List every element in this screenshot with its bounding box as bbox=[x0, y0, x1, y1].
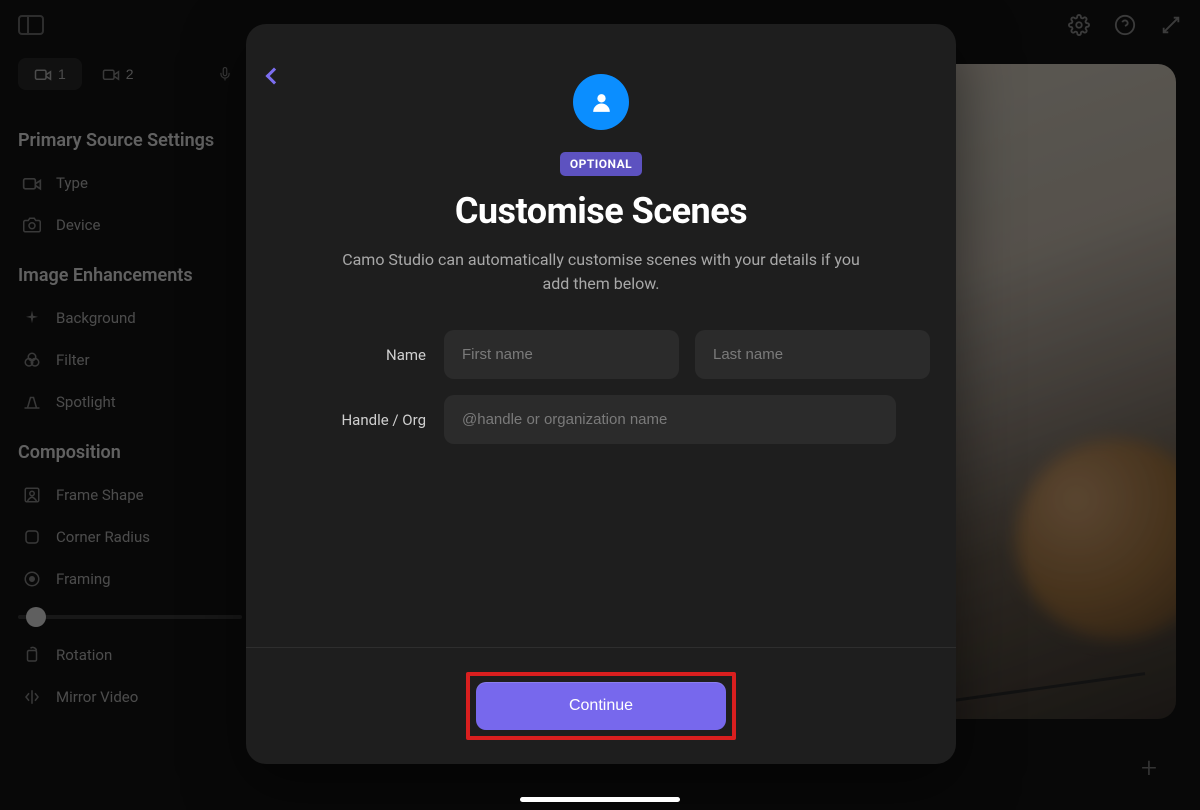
home-indicator bbox=[520, 797, 680, 802]
continue-button[interactable]: Continue bbox=[476, 682, 726, 730]
first-name-input[interactable] bbox=[444, 330, 679, 379]
form-row-handle: Handle / Org bbox=[306, 395, 896, 444]
person-icon bbox=[589, 90, 614, 115]
optional-badge: OPTIONAL bbox=[560, 152, 642, 176]
back-button[interactable] bbox=[258, 60, 290, 92]
modal-description: Camo Studio can automatically customise … bbox=[331, 248, 871, 296]
customise-scenes-modal: OPTIONAL Customise Scenes Camo Studio ca… bbox=[246, 24, 956, 764]
avatar-circle bbox=[573, 74, 629, 130]
highlight-box: Continue bbox=[466, 672, 736, 740]
modal-overlay: OPTIONAL Customise Scenes Camo Studio ca… bbox=[0, 0, 1200, 810]
handle-input[interactable] bbox=[444, 395, 896, 444]
modal-footer: Continue bbox=[246, 647, 956, 764]
name-label: Name bbox=[306, 346, 426, 364]
form-row-name: Name bbox=[306, 330, 896, 379]
handle-label: Handle / Org bbox=[306, 411, 426, 429]
modal-title: Customise Scenes bbox=[455, 190, 747, 232]
last-name-input[interactable] bbox=[695, 330, 930, 379]
chevron-left-icon bbox=[266, 68, 283, 85]
